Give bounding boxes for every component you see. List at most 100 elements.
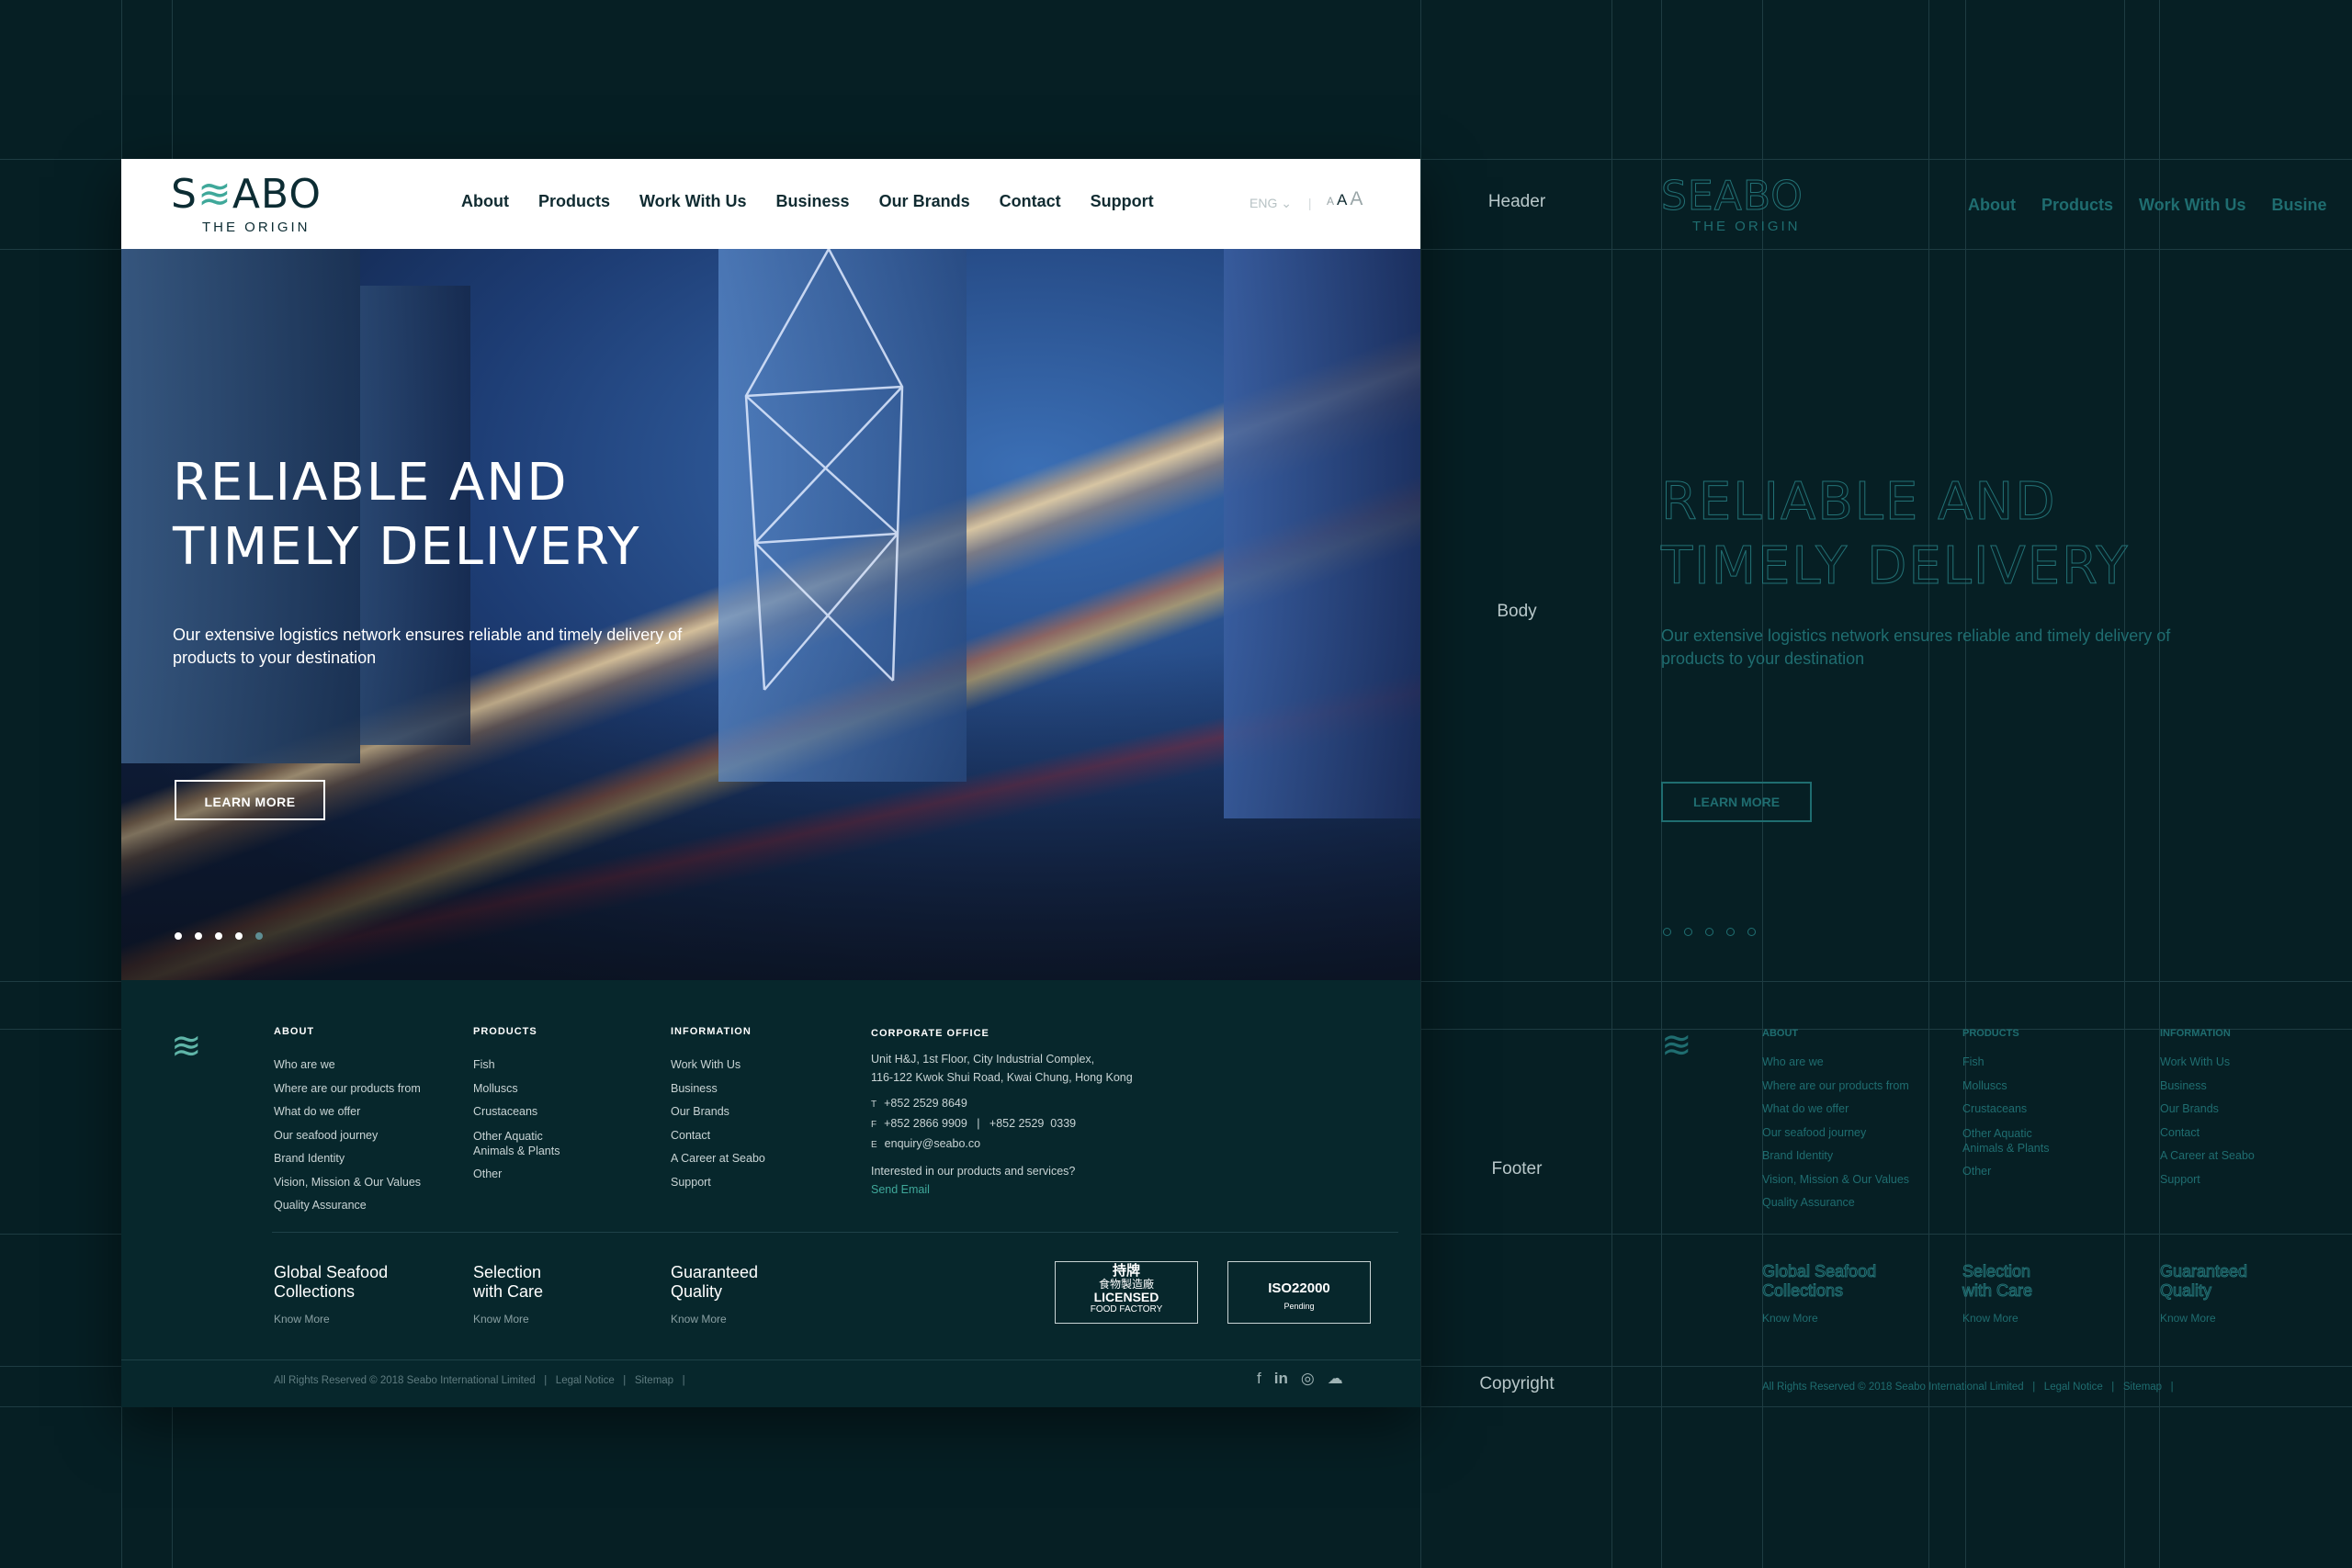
wireframe-nav-item: About (1968, 196, 2016, 214)
wireframe-feature-title: Selection with Care (1962, 1262, 2033, 1301)
nav-about[interactable]: About (461, 192, 509, 211)
nav-contact[interactable]: Contact (1000, 192, 1061, 211)
fax-row: F +852 2866 9909 | +852 2529 0339 (871, 1114, 1133, 1134)
send-email-link[interactable]: Send Email (871, 1180, 1133, 1199)
footer-link[interactable]: Contact (671, 1124, 765, 1148)
feature-title: Selection with Care (473, 1263, 544, 1301)
wireframe-information-item: Business (2160, 1078, 2207, 1092)
wireframe-products-heading: PRODUCTS (1962, 1028, 2019, 1039)
know-more-link[interactable]: Know More (671, 1313, 781, 1325)
font-size-medium[interactable]: A (1337, 191, 1347, 209)
slider-dot-1[interactable] (175, 932, 182, 940)
footer-link[interactable]: Who are we (274, 1054, 421, 1077)
iso-title: ISO22000 (1268, 1280, 1330, 1296)
badge-line1: 持牌 (1112, 1263, 1140, 1279)
wireframe-know-more: Know More (2160, 1312, 2216, 1325)
learn-more-button[interactable]: LEARN MORE (175, 780, 325, 820)
footer-link[interactable]: Our seafood journey (274, 1124, 421, 1148)
waves-logo-icon: ≋ (171, 1026, 202, 1066)
wireframe-products-item: Crustaceans (1962, 1102, 2028, 1115)
wireframe-about-heading: ABOUT (1762, 1028, 1799, 1039)
chevron-down-icon: ⌄ (1281, 196, 1292, 210)
wireframe-know-more: Know More (1762, 1312, 1818, 1325)
iso-sub: Pending (1283, 1302, 1315, 1311)
wireframe-know-more: Know More (1962, 1312, 2018, 1325)
wireframe-nav: About Products Work With Us Busine (1968, 196, 2327, 215)
footer-link[interactable]: Quality Assurance (274, 1194, 421, 1218)
slider-dot-4[interactable] (235, 932, 243, 940)
language-label: ENG (1250, 196, 1278, 210)
slider-dot-3[interactable] (215, 932, 222, 940)
wireframe-products-item: Other Aquatic Animals & Plants (1962, 1126, 2050, 1155)
footer-link[interactable]: Business (671, 1077, 765, 1101)
wireframe-hero-title: RELIABLE AND TIMELY DELIVERY (1660, 470, 2130, 599)
nav-business[interactable]: Business (776, 192, 850, 211)
email-row: Eenquiry@seabo.co (871, 1134, 1133, 1155)
nav-products[interactable]: Products (538, 192, 610, 211)
wireframe-about-item: Our seafood journey (1762, 1125, 1867, 1139)
slider-dots (175, 932, 263, 940)
social-links: f in ◎ ☁ (1257, 1370, 1343, 1388)
wireframe-waves-icon: ≋ (1661, 1025, 1692, 1066)
nav-our-brands[interactable]: Our Brands (879, 192, 970, 211)
seabo-logo[interactable]: S≋ABO THE ORIGIN (171, 174, 322, 236)
know-more-link[interactable]: Know More (473, 1313, 565, 1325)
wireframe-feature-title: Guaranteed Quality (2160, 1262, 2248, 1301)
footer-link[interactable]: Fish (473, 1054, 574, 1077)
facebook-icon[interactable]: f (1257, 1370, 1261, 1388)
badge-line3: LICENSED (1093, 1290, 1159, 1304)
font-size-small[interactable]: A (1327, 195, 1334, 208)
wireframe-about-item: Who are we (1762, 1055, 1824, 1068)
footer-link[interactable]: What do we offer (274, 1100, 421, 1124)
font-size-controls: AAA (1327, 188, 1365, 210)
wireframe-information-item: Our Brands (2160, 1102, 2219, 1115)
wireframe-learn-more: LEARN MORE (1661, 782, 1812, 822)
wireframe-information-item: Support (2160, 1172, 2200, 1186)
linkedin-icon[interactable]: in (1274, 1370, 1288, 1388)
wireframe-title-line1: RELIABLE AND (1660, 472, 2057, 533)
whatsapp-icon[interactable]: ◎ (1301, 1370, 1315, 1388)
nav-work-with-us[interactable]: Work With Us (639, 192, 747, 211)
footer-link[interactable]: Vision, Mission & Our Values (274, 1171, 421, 1195)
footer-link[interactable]: Work With Us (671, 1054, 765, 1077)
wireframe-about-item: Where are our products from (1762, 1078, 1909, 1092)
wireframe-hero-subtitle: Our extensive logistics network ensures … (1661, 626, 2171, 668)
wireframe-feature-title: Global Seafood Collections (1762, 1262, 1877, 1301)
wireframe-title-line2: TIMELY DELIVERY (1661, 536, 2130, 597)
phone-number[interactable]: +852 2529 8649 (884, 1097, 967, 1110)
website-mockup: S≋ABO THE ORIGIN About Products Work Wit… (121, 159, 1420, 1407)
tel-label: T (871, 1100, 877, 1110)
copyright-bar: All Rights Reserved © 2018 Seabo Interna… (121, 1359, 1420, 1408)
wireframe-about-item: Brand Identity (1762, 1149, 1834, 1162)
footer-link[interactable]: A Career at Seabo (671, 1147, 765, 1171)
hero-subtitle: Our extensive logistics network ensures … (173, 626, 683, 667)
nav-support[interactable]: Support (1091, 192, 1154, 211)
language-select[interactable]: ENG ⌄ | (1250, 196, 1312, 211)
zone-label-header: Header (1487, 192, 1546, 211)
feature-title: Global Seafood Collections (274, 1263, 389, 1301)
footer-link[interactable]: Crustaceans (473, 1100, 574, 1124)
fax-number: +852 2866 9909 | +852 2529 0339 (884, 1117, 1077, 1130)
wireframe-col-products: PRODUCTS Fish Molluscs Crustaceans Other… (1962, 1027, 2064, 1183)
copyright-text: All Rights Reserved © 2018 Seabo Interna… (274, 1375, 685, 1386)
slider-dot-5[interactable] (255, 932, 263, 940)
footer-link[interactable]: Support (671, 1171, 765, 1195)
wireframe-information-item: Contact (2160, 1125, 2200, 1139)
feature-guaranteed-quality: Guaranteed Quality Know More (671, 1263, 781, 1325)
know-more-link[interactable]: Know More (274, 1313, 421, 1325)
font-size-large[interactable]: A (1350, 188, 1363, 209)
footer-link[interactable]: Other (473, 1163, 574, 1187)
footer-link[interactable]: Brand Identity (274, 1147, 421, 1171)
footer-link[interactable]: Where are our products from (274, 1077, 421, 1101)
footer-link[interactable]: Molluscs (473, 1077, 574, 1101)
wireframe-col-information: INFORMATION Work With Us Business Our Br… (2160, 1027, 2255, 1191)
slider-dot-2[interactable] (195, 932, 202, 940)
email-link[interactable]: enquiry@seabo.co (885, 1137, 980, 1150)
footer-col-products: PRODUCTS Fish Molluscs Crustaceans Other… (473, 1026, 574, 1186)
footer-link[interactable]: Other Aquatic Animals & Plants (473, 1129, 574, 1158)
wechat-icon[interactable]: ☁ (1328, 1370, 1343, 1388)
feature-selection-care: Selection with Care Know More (473, 1263, 565, 1325)
corporate-office: CORPORATE OFFICE Unit H&J, 1st Floor, Ci… (871, 1024, 1133, 1199)
address-line2: 116-122 Kwok Shui Road, Kwai Chung, Hong… (871, 1071, 1133, 1084)
footer-link[interactable]: Our Brands (671, 1100, 765, 1124)
